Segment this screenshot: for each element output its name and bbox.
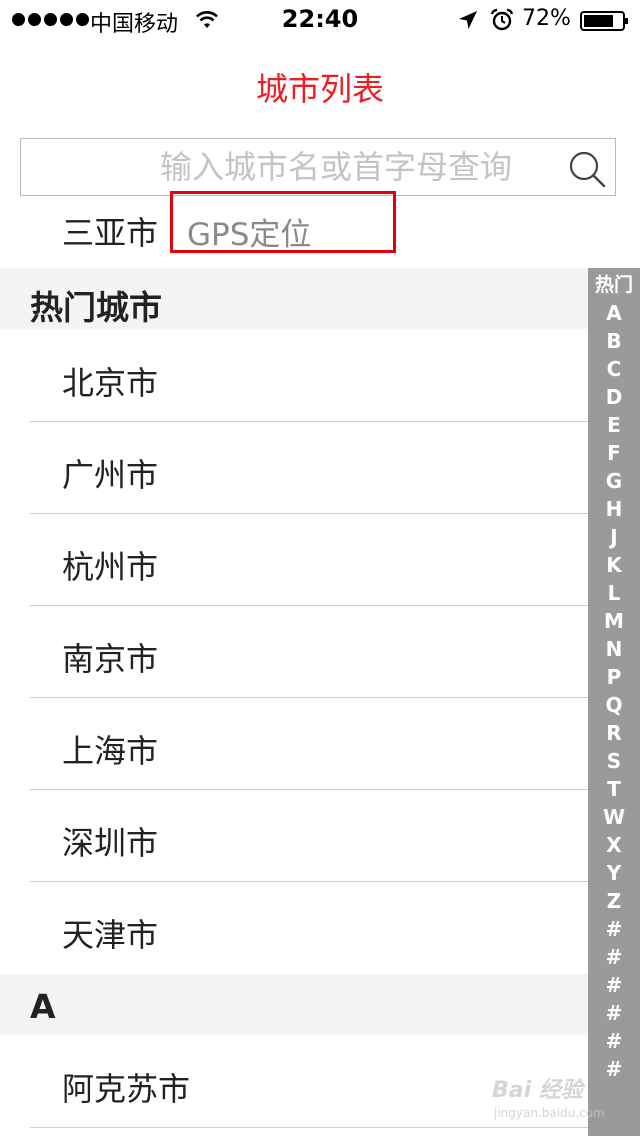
gps-locate-button[interactable]: GPS定位 xyxy=(170,191,396,253)
index-item[interactable]: H xyxy=(588,495,640,523)
section-header-label: 热门城市 xyxy=(30,288,162,327)
battery-percentage: 72% xyxy=(522,6,571,31)
alarm-clock-icon xyxy=(490,8,514,31)
index-item[interactable]: Z xyxy=(588,887,640,915)
alphabet-index-bar[interactable]: 热门 A B C D E F G H J K L M N P Q R S T W X Y Z # # # # # # xyxy=(588,268,640,1136)
index-item[interactable]: G xyxy=(588,467,640,495)
index-item[interactable]: Q xyxy=(588,691,640,719)
index-item[interactable]: F xyxy=(588,439,640,467)
index-item[interactable]: 热门 xyxy=(588,271,640,299)
city-item-label: 北京市 xyxy=(62,364,159,402)
index-item[interactable]: # xyxy=(588,1027,640,1055)
battery-icon xyxy=(580,11,628,31)
index-item[interactable]: X xyxy=(588,831,640,859)
index-item[interactable]: B xyxy=(588,327,640,355)
city-item-label: 南京市 xyxy=(62,640,159,678)
watermark-url: jingyan.baidu.com xyxy=(494,1106,605,1120)
city-item[interactable]: 天津市 xyxy=(0,882,588,974)
search-input[interactable] xyxy=(21,139,561,194)
city-item-label: 上海市 xyxy=(62,732,159,770)
index-item[interactable]: D xyxy=(588,383,640,411)
current-location-city[interactable]: 三亚市 xyxy=(62,208,158,254)
index-item[interactable]: # xyxy=(588,943,640,971)
city-item[interactable]: 杭州市 xyxy=(0,514,588,606)
location-arrow-icon xyxy=(459,11,477,29)
index-item[interactable]: L xyxy=(588,579,640,607)
index-item[interactable]: # xyxy=(588,999,640,1027)
index-item[interactable]: M xyxy=(588,607,640,635)
city-list-screen: 中国移动 22:40 72% 城市列表 三 xyxy=(0,0,640,1136)
index-item[interactable]: # xyxy=(588,971,640,999)
index-item[interactable]: E xyxy=(588,411,640,439)
index-item[interactable]: K xyxy=(588,551,640,579)
index-item[interactable]: Y xyxy=(588,859,640,887)
index-item[interactable]: R xyxy=(588,719,640,747)
city-item-label: 天津市 xyxy=(62,916,159,954)
watermark-logo-text: Bai 经验 xyxy=(492,1078,583,1103)
index-item[interactable]: S xyxy=(588,747,640,775)
index-item[interactable]: C xyxy=(588,355,640,383)
city-item[interactable]: 南京市 xyxy=(0,606,588,698)
city-item-label: 杭州市 xyxy=(62,548,159,586)
city-item-label: 阿克苏市 xyxy=(62,1070,191,1108)
gps-locate-label: GPS定位 xyxy=(187,217,312,253)
index-item[interactable]: A xyxy=(588,299,640,327)
search-box[interactable] xyxy=(20,138,616,196)
section-header-a: A xyxy=(0,974,588,1035)
index-item[interactable]: W xyxy=(588,803,640,831)
status-bar: 中国移动 22:40 72% xyxy=(0,0,640,40)
page-title: 城市列表 xyxy=(255,70,384,108)
index-item[interactable]: P xyxy=(588,663,640,691)
city-item[interactable]: 北京市 xyxy=(0,330,588,422)
section-header-hot: 热门城市 xyxy=(0,268,588,329)
index-item[interactable]: T xyxy=(588,775,640,803)
section-header-label: A xyxy=(30,987,56,1026)
city-item-label: 广州市 xyxy=(62,456,159,494)
baidu-jingyan-watermark: Bai 经验 jingyan.baidu.com xyxy=(492,1068,614,1132)
city-item[interactable]: 上海市 xyxy=(0,698,588,790)
city-item-label: 深圳市 xyxy=(62,824,159,862)
city-item[interactable]: 广州市 xyxy=(0,422,588,514)
index-item[interactable]: J xyxy=(588,523,640,551)
search-icon[interactable] xyxy=(567,149,607,189)
index-item[interactable]: N xyxy=(588,635,640,663)
index-item[interactable]: # xyxy=(588,915,640,943)
city-item[interactable]: 深圳市 xyxy=(0,790,588,882)
